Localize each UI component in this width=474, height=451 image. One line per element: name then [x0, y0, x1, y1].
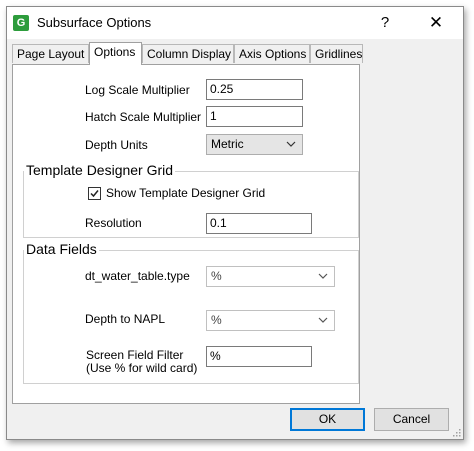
napl-value: %	[211, 313, 222, 327]
tab-column-display[interactable]: Column Display	[142, 44, 234, 63]
hatch-scale-input[interactable]: 1	[206, 106, 303, 127]
screen-filter-input[interactable]: %	[206, 346, 312, 367]
window-title: Subsurface Options	[37, 15, 152, 30]
template-designer-grid-title: Template Designer Grid	[24, 162, 176, 178]
water-table-select[interactable]: %	[206, 266, 335, 287]
data-fields-title: Data Fields	[24, 241, 99, 257]
ok-button[interactable]: OK	[290, 408, 365, 431]
checkmark-icon	[90, 190, 99, 198]
cancel-button[interactable]: Cancel	[374, 408, 449, 431]
show-template-grid-label: Show Template Designer Grid	[106, 186, 266, 200]
depth-units-label: Depth Units	[85, 138, 148, 152]
subsurface-options-dialog: G Subsurface Options ? ✕ Page Layout Opt…	[6, 6, 464, 440]
screen-filter-label: Screen Field Filter	[86, 348, 184, 362]
help-button[interactable]: ?	[375, 12, 395, 34]
app-icon: G	[13, 15, 29, 31]
tab-page-layout[interactable]: Page Layout	[12, 44, 89, 63]
hatch-scale-label: Hatch Scale Multiplier	[85, 110, 202, 124]
water-table-label: dt_water_table.type	[85, 269, 190, 283]
depth-units-value: Metric	[211, 137, 244, 151]
chevron-down-icon	[318, 273, 328, 279]
resize-grip-icon[interactable]	[451, 427, 461, 437]
log-scale-input[interactable]: 0.25	[206, 79, 303, 100]
options-tab-panel: Log Scale Multiplier 0.25 Hatch Scale Mu…	[12, 64, 360, 404]
close-button[interactable]: ✕	[425, 12, 447, 34]
resolution-input[interactable]: 0.1	[206, 213, 312, 234]
show-template-grid-checkbox[interactable]	[88, 187, 101, 200]
tab-gridlines[interactable]: Gridlines	[310, 44, 363, 63]
screen-filter-hint: (Use % for wild card)	[86, 361, 198, 375]
napl-label: Depth to NAPL	[85, 312, 166, 326]
tab-axis-options[interactable]: Axis Options	[234, 44, 310, 63]
resolution-label: Resolution	[85, 216, 142, 230]
chevron-down-icon	[286, 141, 296, 147]
title-bar: G Subsurface Options ? ✕	[7, 7, 463, 39]
chevron-down-icon	[318, 317, 328, 323]
tab-options[interactable]: Options	[89, 42, 142, 65]
water-table-value: %	[211, 269, 222, 283]
napl-select[interactable]: %	[206, 310, 335, 331]
log-scale-label: Log Scale Multiplier	[85, 83, 190, 97]
depth-units-select[interactable]: Metric	[206, 134, 303, 155]
